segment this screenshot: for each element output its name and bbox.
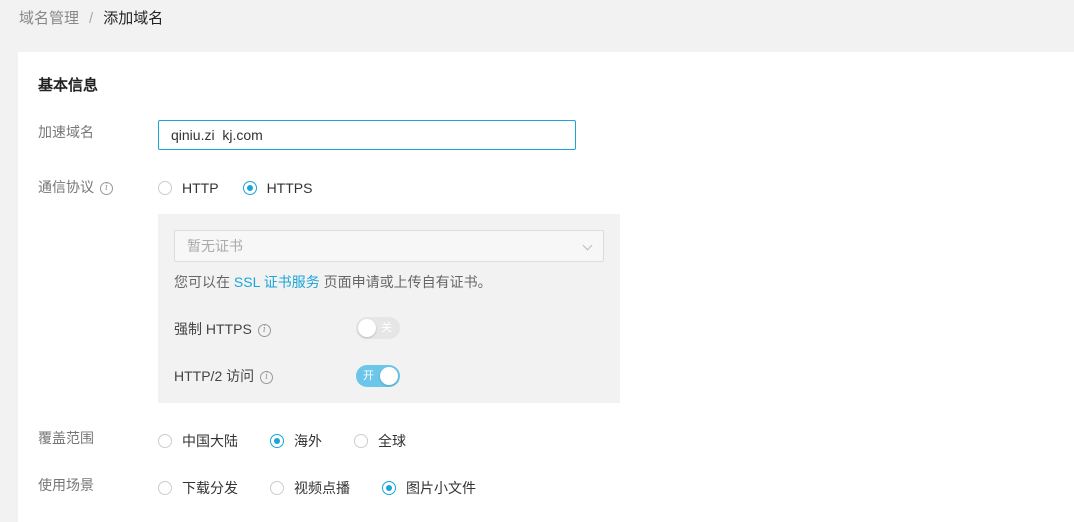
breadcrumb: 域名管理 / 添加域名: [19, 9, 163, 29]
http2-label: HTTP/2 访问 i: [174, 366, 274, 386]
force-https-label: 强制 HTTPS i: [174, 319, 271, 339]
scenario-radio-group: 下载分发 视频点播 图片小文件: [158, 478, 500, 498]
coverage-option-overseas: 海外: [294, 433, 322, 449]
coverage-option-mainland-china: 中国大陆: [182, 433, 238, 449]
coverage-option-global: 全球: [378, 433, 406, 449]
radio-checked-icon: [270, 434, 284, 448]
certificate-hint: 您可以在 SSL 证书服务 页面申请或上传自有证书。: [174, 272, 492, 292]
toggle-knob: [358, 319, 376, 337]
force-https-toggle[interactable]: 关: [356, 317, 400, 339]
info-icon[interactable]: i: [257, 323, 271, 337]
coverage-radio-mainland-china[interactable]: 中国大陆: [158, 431, 238, 451]
info-icon[interactable]: i: [260, 370, 274, 384]
coverage-radio-group: 中国大陆 海外 全球: [158, 431, 430, 451]
radio-checked-icon: [242, 181, 257, 195]
chevron-down-icon: [582, 240, 593, 251]
scenario-option-small-images: 图片小文件: [406, 480, 476, 496]
scenario-radio-small-images[interactable]: 图片小文件: [382, 478, 476, 498]
info-icon[interactable]: i: [100, 181, 113, 195]
scenario-option-download: 下载分发: [182, 480, 238, 496]
scenario-label: 使用场景: [38, 477, 94, 493]
form-card: 基本信息 加速域名 通信协议 i HTTP HTTPS 暂无证书 您可以在 SSL…: [18, 52, 1074, 522]
breadcrumb-current-page: 添加域名: [103, 10, 164, 27]
toggle-knob: [380, 367, 398, 385]
radio-circle-icon: [158, 181, 172, 195]
protocol-radio-group: HTTP HTTPS: [158, 180, 336, 196]
protocol-label: 通信协议 i: [38, 177, 113, 197]
protocol-radio-http[interactable]: HTTP: [158, 180, 219, 196]
section-title: 基本信息: [38, 77, 99, 94]
scenario-option-vod: 视频点播: [294, 480, 350, 496]
breadcrumb-separator: /: [89, 10, 94, 27]
protocol-radio-https[interactable]: HTTPS: [242, 180, 313, 196]
certificate-select[interactable]: 暂无证书: [174, 230, 604, 262]
toggle-state-text: 开: [363, 370, 374, 382]
radio-circle-icon: [158, 434, 172, 448]
protocol-option-https: HTTPS: [266, 180, 313, 196]
coverage-label: 覆盖范围: [38, 430, 94, 446]
radio-circle-icon: [270, 481, 284, 495]
certificate-hint-suffix: 页面申请或上传自有证书。: [323, 274, 492, 290]
http2-label-text: HTTP/2 访问: [174, 368, 255, 384]
radio-checked-icon: [382, 481, 396, 495]
breadcrumb-domain-management-link[interactable]: 域名管理: [19, 10, 79, 27]
domain-input[interactable]: [158, 120, 576, 150]
protocol-option-http: HTTP: [182, 180, 219, 196]
certificate-select-value: 暂无证书: [187, 238, 243, 254]
force-https-label-text: 强制 HTTPS: [174, 321, 252, 337]
certificate-hint-prefix: 您可以在: [174, 274, 230, 290]
radio-circle-icon: [354, 434, 368, 448]
ssl-certificate-service-link[interactable]: SSL 证书服务: [234, 274, 320, 290]
scenario-radio-download[interactable]: 下载分发: [158, 478, 238, 498]
coverage-radio-overseas[interactable]: 海外: [270, 431, 322, 451]
toggle-state-text: 关: [381, 322, 392, 334]
http2-toggle[interactable]: 开: [356, 365, 400, 387]
coverage-radio-global[interactable]: 全球: [354, 431, 406, 451]
domain-label: 加速域名: [38, 124, 94, 140]
scenario-radio-vod[interactable]: 视频点播: [270, 478, 350, 498]
https-settings-panel: 暂无证书 您可以在 SSL 证书服务 页面申请或上传自有证书。 强制 HTTPS…: [158, 214, 620, 403]
protocol-label-text: 通信协议: [38, 179, 94, 195]
radio-circle-icon: [158, 481, 172, 495]
